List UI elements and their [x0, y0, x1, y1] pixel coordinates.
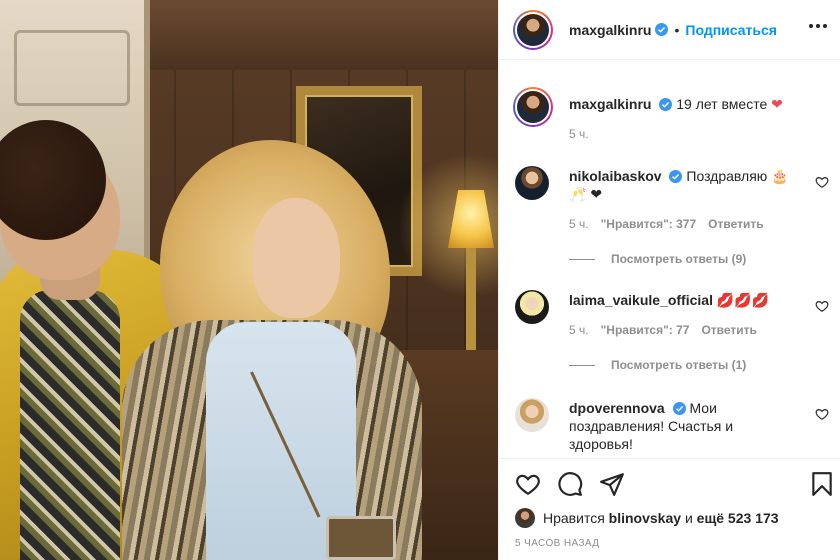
author-avatar[interactable] — [513, 9, 553, 50]
avatar-image — [517, 13, 549, 46]
share-paper-plane-icon[interactable] — [599, 471, 625, 497]
follow-button[interactable]: Подписаться — [685, 22, 777, 38]
view-replies-button[interactable]: Посмотреть ответы (9) — [569, 252, 746, 266]
avatar-image — [515, 398, 549, 432]
photo-man-shirt — [20, 290, 120, 560]
like-comment-heart-icon[interactable] — [815, 175, 829, 189]
caption-text: 19 лет вместе — [676, 96, 768, 112]
caption-username[interactable]: maxgalkinru — [569, 96, 651, 112]
heart-emoji-icon: ❤ — [771, 96, 783, 112]
likes-count[interactable]: ещё 523 173 — [697, 510, 779, 526]
verified-icon — [672, 402, 686, 415]
comment-username[interactable]: laima_vaikule_official — [569, 292, 713, 308]
comment-text: 💋💋💋 — [716, 292, 770, 308]
liker-username[interactable]: blinovskay — [609, 510, 681, 526]
caption-time[interactable]: 5 ч. — [569, 127, 589, 141]
likes-prefix: Нравится — [543, 510, 605, 526]
post-side-panel: maxgalkinru • Подписаться maxgalkinru 19… — [498, 0, 840, 560]
comment-meta: 5 ч. "Нравится": 377 Ответить — [569, 217, 764, 231]
view-replies-label: Посмотреть ответы (1) — [611, 358, 747, 372]
commenter-avatar[interactable] — [513, 395, 553, 435]
post-header: maxgalkinru • Подписаться — [499, 0, 840, 60]
like-comment-heart-icon[interactable] — [815, 407, 829, 421]
comment-username[interactable]: nikolaibaskov — [569, 168, 662, 184]
post-actions-bar — [499, 458, 840, 508]
comments-list[interactable]: maxgalkinru 19 лет вместе ❤ 5 ч. nikolai… — [499, 61, 840, 458]
verified-icon — [669, 170, 683, 183]
like-heart-icon[interactable] — [515, 471, 541, 497]
comment-text-block: nikolaibaskov Поздравляю 🎂 🥂 ❤ — [569, 167, 797, 203]
avatar-image — [515, 166, 549, 200]
comment-time[interactable]: 5 ч. — [569, 217, 589, 231]
commenter-avatar[interactable] — [513, 163, 553, 203]
comment-username[interactable]: dpoverennova — [569, 400, 665, 416]
verified-icon — [659, 98, 673, 111]
caption: maxgalkinru 19 лет вместе ❤ 5 ч. — [513, 87, 829, 147]
post-timestamp[interactable]: 5 ЧАСОВ НАЗАД — [515, 538, 599, 549]
comment-meta: 5 ч. "Нравится": 77 Ответить — [569, 323, 757, 337]
reply-button[interactable]: Ответить — [708, 217, 763, 231]
caption-meta: 5 ч. — [569, 127, 589, 141]
comment-time[interactable]: 5 ч. — [569, 323, 589, 337]
photo-woman-face — [252, 198, 340, 318]
comment-text-block: dpoverennova Мои поздравления! Счастья и… — [569, 399, 769, 453]
divider-line — [569, 258, 595, 260]
comment-likes[interactable]: "Нравится": 377 — [601, 217, 697, 231]
more-options-icon[interactable] — [809, 22, 827, 30]
liker-avatar — [515, 508, 535, 528]
view-replies-label: Посмотреть ответы (9) — [611, 252, 747, 266]
photo-ceiling — [150, 0, 498, 70]
reply-button[interactable]: Ответить — [701, 323, 756, 337]
comment-item: nikolaibaskov Поздравляю 🎂 🥂 ❤ 5 ч. "Нра… — [513, 163, 829, 273]
avatar-image — [517, 91, 549, 123]
like-comment-heart-icon[interactable] — [815, 299, 829, 313]
likes-summary[interactable]: Нравится blinovskay и ещё 523 173 — [515, 506, 779, 530]
post-photo[interactable] — [0, 0, 498, 560]
commenter-avatar[interactable] — [513, 287, 553, 327]
comment-item: laima_vaikule_official 💋💋💋 5 ч. "Нравитс… — [513, 287, 829, 397]
caption-text-block: maxgalkinru 19 лет вместе ❤ — [569, 95, 797, 113]
likes-and: и — [684, 510, 693, 526]
divider-line — [569, 364, 595, 366]
save-bookmark-icon[interactable] — [809, 471, 835, 497]
caption-avatar[interactable] — [513, 87, 553, 127]
photo-bag — [326, 516, 396, 560]
author-username[interactable]: maxgalkinru — [569, 22, 651, 38]
comment-bubble-icon[interactable] — [557, 471, 583, 497]
avatar-image — [515, 290, 549, 324]
view-replies-button[interactable]: Посмотреть ответы (1) — [569, 358, 746, 372]
comment-text-block: laima_vaikule_official 💋💋💋 — [569, 291, 797, 309]
comment-likes[interactable]: "Нравится": 77 — [601, 323, 690, 337]
verified-icon — [655, 23, 669, 36]
separator-dot: • — [674, 21, 680, 38]
comment-item: dpoverennova Мои поздравления! Счастья и… — [513, 395, 829, 458]
